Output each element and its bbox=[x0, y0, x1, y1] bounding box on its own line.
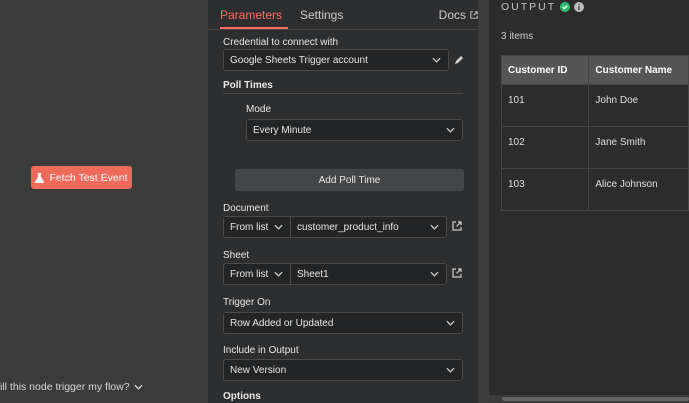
credential-select[interactable]: Google Sheets Trigger account bbox=[223, 49, 449, 71]
fetch-test-event-label: Fetch Test Event bbox=[49, 171, 128, 184]
cell-customer-name: John Doe bbox=[588, 84, 689, 127]
sheet-source-value: From list bbox=[230, 268, 269, 280]
tab-parameters[interactable]: Parameters bbox=[220, 8, 288, 29]
pane-gap bbox=[478, 0, 488, 403]
chevron-down-icon bbox=[274, 271, 283, 277]
item-count: 3 items bbox=[501, 31, 534, 42]
canvas-pane: Fetch Test Event ill this node trigger m… bbox=[0, 0, 208, 403]
cell-customer-name: Jane Smith bbox=[588, 126, 689, 169]
include-output-value: New Version bbox=[230, 364, 287, 376]
chevron-down-icon bbox=[274, 224, 283, 230]
document-select[interactable]: customer_product_info bbox=[290, 216, 447, 238]
cell-customer-name: Alice Johnson bbox=[588, 168, 689, 211]
credential-label: Credential to connect with bbox=[223, 37, 339, 48]
mode-select[interactable]: Every Minute bbox=[246, 119, 463, 141]
check-circle-icon bbox=[560, 2, 571, 12]
pencil-icon[interactable] bbox=[454, 55, 464, 65]
divider bbox=[223, 93, 463, 94]
external-link-icon[interactable] bbox=[452, 221, 462, 231]
mode-label: Mode bbox=[246, 104, 272, 115]
trigger-on-value: Row Added or Updated bbox=[230, 317, 334, 329]
include-output-label: Include in Output bbox=[223, 345, 299, 356]
trigger-question-toggle[interactable]: ill this node trigger my flow? bbox=[0, 381, 143, 393]
output-header: OUTPUT bbox=[501, 1, 585, 13]
sheet-value: Sheet1 bbox=[297, 268, 329, 280]
add-poll-time-button[interactable]: Add Poll Time bbox=[235, 169, 464, 191]
parameters-panel: Parameters Settings Docs Credential to c… bbox=[208, 0, 488, 403]
chevron-down-icon bbox=[446, 367, 455, 373]
credential-value: Google Sheets Trigger account bbox=[230, 54, 368, 66]
docs-label: Docs bbox=[438, 8, 466, 22]
trigger-on-select[interactable]: Row Added or Updated bbox=[223, 312, 463, 334]
trigger-on-label: Trigger On bbox=[223, 297, 271, 308]
cell-customer-id: 102 bbox=[500, 126, 590, 169]
info-icon[interactable] bbox=[574, 2, 585, 12]
table-row: 103 Alice Johnson bbox=[500, 168, 689, 211]
chevron-down-icon bbox=[430, 271, 439, 277]
panel-tabs: Parameters Settings Docs bbox=[208, 0, 478, 30]
sheet-source-select[interactable]: From list bbox=[223, 263, 291, 285]
external-link-icon bbox=[470, 11, 478, 19]
chevron-down-icon bbox=[432, 57, 441, 63]
document-label: Document bbox=[223, 203, 269, 214]
document-source-select[interactable]: From list bbox=[223, 216, 291, 238]
output-table: Customer ID Customer Name 101 John Doe 1… bbox=[500, 55, 689, 211]
sheet-select[interactable]: Sheet1 bbox=[290, 263, 447, 285]
table-row: 101 John Doe bbox=[500, 84, 689, 127]
chevron-down-icon bbox=[446, 320, 455, 326]
cell-customer-id: 101 bbox=[500, 84, 590, 127]
fetch-test-event-button[interactable]: Fetch Test Event bbox=[31, 166, 132, 189]
docs-link[interactable]: Docs bbox=[439, 8, 478, 22]
chevron-down-icon bbox=[133, 384, 143, 390]
sheet-label: Sheet bbox=[223, 250, 250, 261]
mode-value: Every Minute bbox=[253, 124, 312, 136]
chevron-down-icon bbox=[430, 224, 439, 230]
poll-times-label: Poll Times bbox=[223, 80, 273, 91]
external-link-icon[interactable] bbox=[452, 268, 462, 278]
include-output-select[interactable]: New Version bbox=[223, 359, 463, 381]
output-pane: OUTPUT 3 items Customer ID Customer Name… bbox=[489, 0, 689, 403]
table-row: 102 Jane Smith bbox=[500, 126, 689, 169]
flask-icon bbox=[35, 172, 45, 183]
output-title: OUTPUT bbox=[501, 1, 557, 13]
options-label: Options bbox=[223, 391, 261, 402]
cell-customer-id: 103 bbox=[500, 168, 590, 211]
tab-settings[interactable]: Settings bbox=[300, 8, 343, 29]
column-header-customer-name[interactable]: Customer Name bbox=[588, 55, 689, 85]
trigger-question-text: ill this node trigger my flow? bbox=[0, 381, 130, 393]
document-value: customer_product_info bbox=[297, 221, 399, 233]
column-header-customer-id[interactable]: Customer ID bbox=[500, 55, 590, 85]
chevron-down-icon bbox=[446, 127, 455, 133]
table-header-row: Customer ID Customer Name bbox=[500, 55, 689, 85]
output-hscrollbar[interactable] bbox=[502, 397, 689, 401]
document-source-value: From list bbox=[230, 221, 269, 233]
